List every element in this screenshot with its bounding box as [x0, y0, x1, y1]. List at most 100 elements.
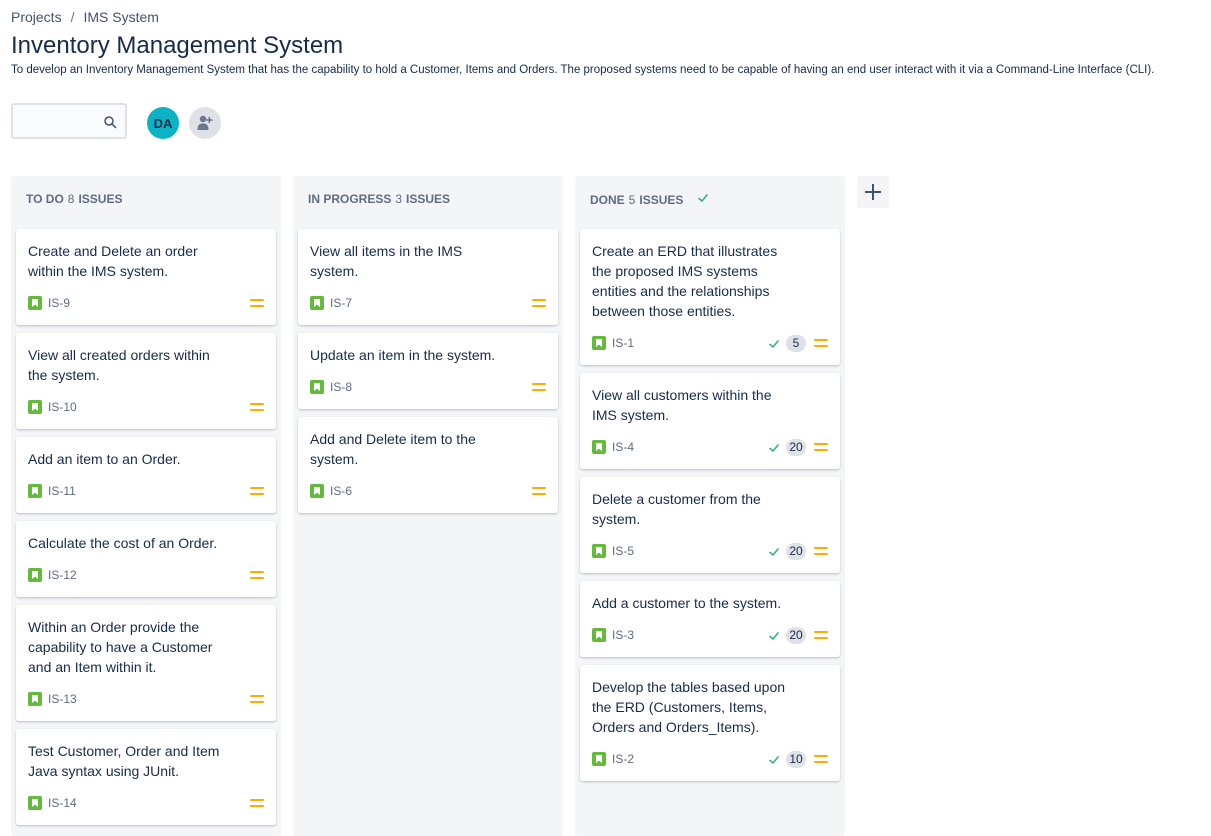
column-name: DONE — [590, 192, 625, 207]
card-footer: IS-12 — [28, 565, 264, 585]
card-footer: IS-9 — [28, 293, 264, 313]
card-footer: IS-13 — [28, 689, 264, 709]
priority-medium-icon — [814, 546, 828, 556]
story-icon — [28, 484, 42, 498]
column-done: DONE 5 ISSUES Create an ERD that illustrate… — [575, 176, 845, 836]
issue-card[interactable]: Calculate the cost of an Order. IS-12 — [16, 521, 276, 597]
resolved-check-icon — [768, 753, 780, 765]
column-issue-count: 8 — [67, 192, 75, 206]
issue-card[interactable]: View all created orders within the syste… — [16, 333, 276, 429]
search-input[interactable] — [11, 103, 127, 139]
issue-summary: Within an Order provide the capability t… — [28, 619, 213, 675]
story-points-badge: 10 — [786, 750, 806, 768]
issue-card[interactable]: Create and Delete an order within the IM… — [16, 229, 276, 325]
issue-key[interactable]: IS-1 — [612, 336, 634, 350]
card-footer: IS-10 — [28, 397, 264, 417]
done-check-icon — [697, 192, 709, 207]
issue-card[interactable]: Add a customer to the system. IS-3 20 — [580, 581, 840, 657]
breadcrumb: Projects / IMS System — [11, 9, 159, 25]
story-icon — [28, 400, 42, 414]
card-footer: IS-5 20 — [592, 541, 828, 561]
column-issue-suffix: ISSUES — [639, 192, 684, 207]
issue-key[interactable]: IS-7 — [330, 296, 352, 310]
priority-medium-icon — [250, 402, 264, 412]
priority-medium-icon — [532, 298, 546, 308]
issue-key[interactable]: IS-10 — [48, 400, 77, 414]
issue-card[interactable]: View all items in the IMS system. IS-7 — [298, 229, 558, 325]
page-title: Inventory Management System — [11, 32, 344, 59]
issue-card[interactable]: View all customers within the IMS system… — [580, 373, 840, 469]
issue-key[interactable]: IS-3 — [612, 628, 634, 642]
card-footer: IS-3 20 — [592, 625, 828, 645]
issue-card[interactable]: Develop the tables based upon the ERD (C… — [580, 665, 840, 781]
issue-card[interactable]: Delete a customer from the system. IS-5 20 — [580, 477, 840, 573]
issue-key[interactable]: IS-6 — [330, 484, 352, 498]
column-name: IN PROGRESS — [308, 192, 392, 206]
issue-summary: Create and Delete an order within the IM… — [28, 243, 198, 279]
card-list: Create and Delete an order within the IM… — [16, 229, 276, 833]
issue-summary: Delete a customer from the system. — [592, 491, 761, 527]
add-column-button[interactable] — [857, 176, 889, 208]
issue-key[interactable]: IS-8 — [330, 380, 352, 394]
issue-card[interactable]: Test Customer, Order and Item Java synta… — [16, 729, 276, 825]
column-header: IN PROGRESS 3 ISSUES — [308, 192, 450, 206]
issue-key[interactable]: IS-9 — [48, 296, 70, 310]
issue-key[interactable]: IS-11 — [48, 484, 76, 498]
priority-medium-icon — [250, 694, 264, 704]
issue-card[interactable]: Add and Delete item to the system. IS-6 — [298, 417, 558, 513]
issue-card[interactable]: Add an item to an Order. IS-11 — [16, 437, 276, 513]
resolved-check-icon — [768, 545, 780, 557]
story-icon — [592, 544, 606, 558]
card-footer: IS-6 — [310, 481, 546, 501]
issue-key[interactable]: IS-5 — [612, 544, 634, 558]
card-footer: IS-14 — [28, 793, 264, 813]
story-icon — [592, 336, 606, 350]
priority-medium-icon — [814, 442, 828, 452]
issue-card[interactable]: Create an ERD that illustrates the propo… — [580, 229, 840, 365]
priority-medium-icon — [250, 486, 264, 496]
resolved-check-icon — [768, 441, 780, 453]
resolved-check-icon — [768, 337, 780, 349]
issue-summary: View all items in the IMS system. — [310, 243, 463, 279]
add-people-button[interactable] — [189, 107, 221, 139]
column-to-do: TO DO 8 ISSUES Create and Delete an order w… — [11, 176, 281, 836]
column-issue-suffix: ISSUES — [78, 192, 123, 206]
story-points-badge: 20 — [786, 438, 806, 456]
avatar[interactable]: DA — [147, 107, 179, 139]
column-issue-count: 5 — [628, 192, 636, 207]
issue-key[interactable]: IS-14 — [48, 796, 77, 810]
story-icon — [592, 628, 606, 642]
issue-key[interactable]: IS-13 — [48, 692, 77, 706]
issue-key[interactable]: IS-2 — [612, 752, 634, 766]
story-icon — [310, 484, 324, 498]
issue-card[interactable]: Update an item in the system. IS-8 — [298, 333, 558, 409]
breadcrumb-project-link[interactable]: IMS System — [83, 9, 158, 25]
search-icon — [104, 116, 117, 129]
page-description: To develop an Inventory Management Syste… — [11, 64, 1155, 76]
issue-summary: View all customers within the IMS system… — [592, 387, 772, 423]
story-icon — [28, 796, 42, 810]
story-icon — [28, 296, 42, 310]
story-points-badge: 5 — [786, 334, 806, 352]
story-icon — [310, 296, 324, 310]
breadcrumb-separator: / — [70, 9, 75, 25]
plus-icon — [865, 184, 881, 200]
priority-medium-icon — [250, 570, 264, 580]
story-icon — [28, 692, 42, 706]
issue-card[interactable]: Within an Order provide the capability t… — [16, 605, 276, 721]
column-issue-suffix: ISSUES — [406, 192, 451, 206]
story-icon — [592, 752, 606, 766]
issue-key[interactable]: IS-12 — [48, 568, 77, 582]
resolved-check-icon — [768, 629, 780, 641]
column-issue-count: 3 — [395, 192, 403, 206]
issue-summary: Add an item to an Order. — [28, 451, 181, 467]
issue-key[interactable]: IS-4 — [612, 440, 634, 454]
column-header: TO DO 8 ISSUES — [26, 192, 122, 206]
column-header: DONE 5 ISSUES — [590, 192, 709, 207]
issue-summary: Add and Delete item to the system. — [310, 431, 476, 467]
priority-medium-icon — [532, 486, 546, 496]
issue-summary: Add a customer to the system. — [592, 595, 782, 611]
card-footer: IS-2 10 — [592, 749, 828, 769]
story-icon — [28, 568, 42, 582]
breadcrumb-projects-link[interactable]: Projects — [11, 9, 62, 25]
